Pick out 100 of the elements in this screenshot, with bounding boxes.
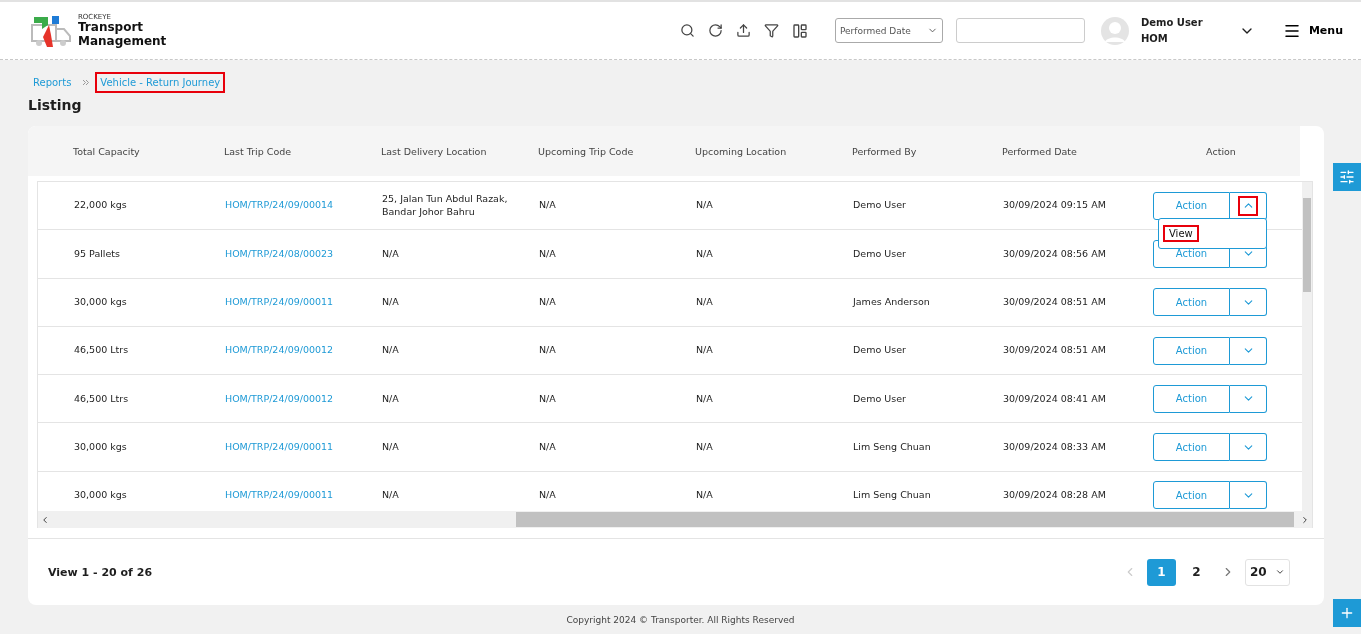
- table-cell-text: N/A: [696, 296, 714, 309]
- user-name: Demo User: [1140, 15, 1204, 30]
- table-cell-text: N/A: [539, 296, 557, 309]
- table-cell-text: N/A: [382, 392, 400, 405]
- horizontal-scrollbar[interactable]: [38, 511, 1312, 528]
- chevron-left-icon[interactable]: [40, 514, 50, 525]
- brand-title: Transport: [78, 20, 145, 35]
- dropdown-toggle[interactable]: [1230, 481, 1267, 510]
- table-cell-text: N/A: [696, 247, 714, 261]
- menu-item[interactable]: View: [1163, 224, 1199, 242]
- table-cell-text: 46,500 Ltrs: [74, 344, 130, 357]
- table-cell-text: 30,000 kgs: [74, 489, 128, 502]
- search-icon[interactable]: [679, 23, 695, 38]
- table-cell-text: 95 Pallets: [74, 247, 122, 261]
- action-button[interactable]: Action: [1153, 336, 1230, 365]
- dropdown-toggle[interactable]: [1230, 433, 1267, 462]
- table-cell-text: 30/09/2024 08:28 AM: [1003, 489, 1107, 502]
- table-cell-text: N/A: [382, 440, 400, 454]
- user-org: HOM: [1140, 31, 1169, 46]
- trip-code-link[interactable]: HOM/TRP/24/08/00023: [225, 247, 382, 261]
- chevron-right-icon[interactable]: [1300, 514, 1310, 525]
- column-header: Last Trip Code: [224, 145, 293, 157]
- table-cell-text: N/A: [539, 199, 557, 212]
- double-chevron-icon: [82, 79, 90, 86]
- column-header: Total Capacity: [73, 145, 141, 157]
- trip-code-link[interactable]: HOM/TRP/24/09/00011: [225, 296, 382, 309]
- trip-code-link[interactable]: HOM/TRP/24/09/00011: [225, 440, 382, 454]
- table-cell-text: James Anderson: [853, 296, 931, 309]
- column-header: Upcoming Trip Code: [538, 145, 635, 157]
- date-select[interactable]: Performed Date: [834, 18, 943, 43]
- table-cell-text: 30/09/2024 08:41 AM: [1003, 392, 1107, 405]
- sliders-icon: [1339, 169, 1355, 185]
- page-size-select[interactable]: 20: [1245, 558, 1290, 586]
- table-cell-text: N/A: [539, 344, 557, 357]
- page-title: Listing: [28, 97, 83, 113]
- brand-title: Management: [78, 34, 167, 49]
- action-button[interactable]: Action: [1153, 191, 1230, 220]
- copyright-text: Copyright 2024 © Transporter. All Rights Reserved: [565, 615, 796, 625]
- column-header: Performed By: [852, 145, 918, 157]
- action-button[interactable]: Action: [1153, 384, 1230, 413]
- upload-icon[interactable]: [735, 23, 751, 38]
- table-cell-text: Demo User: [853, 199, 907, 212]
- table-cell-text: Demo User: [853, 247, 907, 261]
- dropdown-toggle[interactable]: [1230, 336, 1267, 365]
- table-cell-text: 30/09/2024 08:51 AM: [1003, 344, 1107, 357]
- column-header: Performed Date: [1002, 145, 1078, 157]
- table-cell-text: N/A: [696, 392, 714, 405]
- table-cell-text: N/A: [539, 489, 557, 502]
- table-cell-text: Demo User: [853, 344, 907, 357]
- table-cell-text: N/A: [696, 489, 714, 502]
- column-header: Upcoming Location: [695, 145, 788, 157]
- dropdown-toggle[interactable]: [1230, 288, 1267, 317]
- trip-code-link[interactable]: HOM/TRP/24/09/00012: [225, 392, 382, 405]
- table-cell-text: 30,000 kgs: [74, 296, 128, 309]
- dropdown-toggle[interactable]: [1230, 384, 1267, 413]
- avatar-icon: [1100, 16, 1129, 45]
- vertical-scrollbar[interactable]: [1302, 182, 1312, 512]
- page-button[interactable]: 1: [1147, 558, 1176, 586]
- table-cell-text: 30,000 kgs: [74, 440, 128, 454]
- table-cell-text: N/A: [696, 344, 714, 357]
- pagination-summary: View 1 - 20 of 26: [48, 565, 153, 579]
- trip-code-link[interactable]: HOM/TRP/24/09/00012: [225, 344, 382, 357]
- table-cell-text: N/A: [539, 247, 557, 261]
- chevron-down-icon: [1275, 567, 1285, 577]
- table-cell-text: N/A: [382, 247, 400, 261]
- add-button[interactable]: [1333, 599, 1361, 627]
- table-cell-text: 30/09/2024 08:51 AM: [1003, 296, 1107, 309]
- column-header: Action: [1205, 145, 1237, 157]
- trip-code-link[interactable]: HOM/TRP/24/09/00011: [225, 489, 382, 502]
- action-button[interactable]: Action: [1153, 481, 1230, 510]
- table-cell-text: 25, Jalan Tun Abdul Razak, Bandar Johor Bahru: [382, 193, 509, 218]
- search-field[interactable]: [955, 18, 1085, 43]
- table-cell-text: 30/09/2024 09:15 AM: [1003, 199, 1107, 212]
- refresh-icon[interactable]: [707, 23, 723, 38]
- layout-icon[interactable]: [791, 22, 808, 39]
- table-cell-text: Lim Seng Chuan: [853, 489, 932, 502]
- settings-sliders-button[interactable]: [1333, 163, 1361, 191]
- breadcrumb-link[interactable]: Vehicle - Return Journey: [95, 72, 226, 93]
- table-cell-text: Lim Seng Chuan: [853, 440, 932, 454]
- table-cell-text: 30/09/2024 08:56 AM: [1003, 247, 1107, 261]
- table-cell-text: N/A: [696, 440, 714, 454]
- menu-button[interactable]: Menu: [1282, 21, 1343, 40]
- table-cell-text: N/A: [382, 296, 400, 309]
- table-cell-text: 30/09/2024 08:33 AM: [1003, 440, 1107, 454]
- column-header: Last Delivery Location: [381, 145, 488, 157]
- action-button[interactable]: Action: [1153, 288, 1230, 317]
- table-cell-text: N/A: [539, 440, 557, 454]
- table-cell-text: Demo User: [853, 392, 907, 405]
- table-cell-text: 46,500 Ltrs: [74, 392, 130, 405]
- page-button[interactable]: 2: [1182, 558, 1211, 586]
- plus-icon: [1339, 605, 1355, 621]
- trip-code-link[interactable]: HOM/TRP/24/09/00014: [225, 199, 382, 212]
- table-cell-text: N/A: [696, 199, 714, 212]
- filter-icon[interactable]: [763, 23, 779, 38]
- action-button[interactable]: Action: [1153, 433, 1230, 462]
- table-cell-text: 22,000 kgs: [74, 199, 128, 212]
- breadcrumb-link[interactable]: Reports: [28, 72, 77, 93]
- table-cell-text: N/A: [539, 392, 557, 405]
- dropdown-toggle[interactable]: [1230, 191, 1267, 220]
- table-cell-text: N/A: [382, 344, 400, 357]
